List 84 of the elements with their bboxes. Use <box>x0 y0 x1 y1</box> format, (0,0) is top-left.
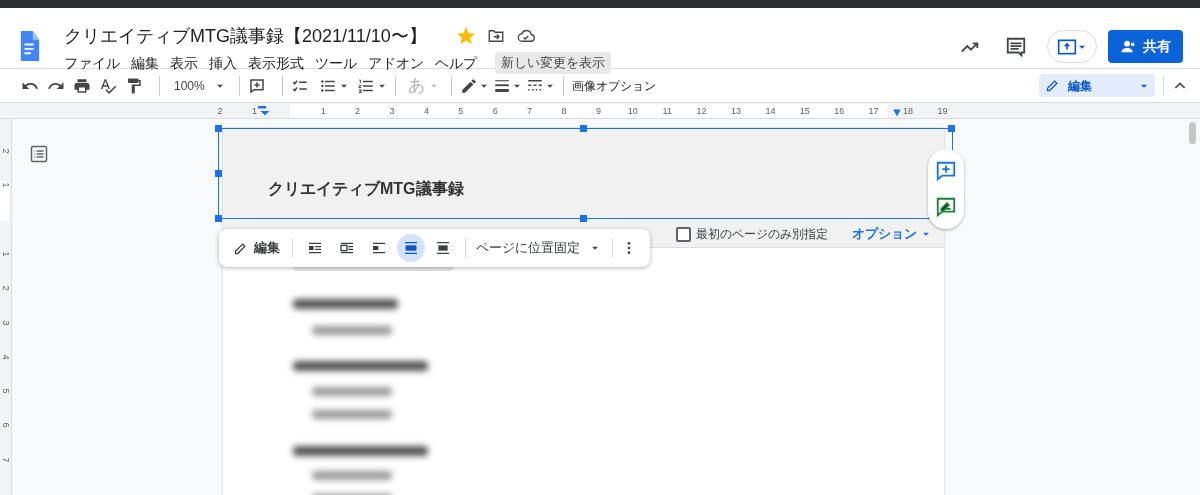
print-icon[interactable] <box>73 76 91 95</box>
ruler-number: 16 <box>834 105 845 118</box>
resize-handle[interactable] <box>948 125 955 132</box>
options-dropdown[interactable]: オプション <box>852 224 931 244</box>
spellcheck-icon[interactable] <box>99 76 117 95</box>
ruler-number: 6 <box>0 421 11 429</box>
paint-format-icon[interactable] <box>125 76 143 95</box>
resize-handle[interactable] <box>215 125 222 132</box>
ruler-number: 4 <box>0 353 11 361</box>
resize-handle[interactable] <box>580 215 587 222</box>
pencil-icon <box>233 240 248 256</box>
cloud-check-icon[interactable] <box>516 27 535 45</box>
ruler-number: 5 <box>458 105 464 118</box>
add-comment-icon[interactable] <box>247 76 266 95</box>
folder-icon[interactable] <box>486 27 505 45</box>
selected-header-image[interactable]: クリエイティブMTG議事録 <box>215 125 956 222</box>
resize-handle[interactable] <box>215 170 222 177</box>
suggest-edit-icon[interactable] <box>935 196 957 218</box>
ruler-number: 17 <box>868 105 879 118</box>
ruler-number: 1 <box>251 105 257 118</box>
outline-icon[interactable] <box>30 145 48 163</box>
ruler-number: 4 <box>423 105 429 118</box>
star-icon[interactable] <box>456 27 475 45</box>
edit-image-button[interactable]: 編集 <box>227 238 286 258</box>
ruler-number: 2 <box>0 284 11 292</box>
header-text: クリエイティブMTG議事録 <box>268 178 464 199</box>
ruler-number: 18 <box>903 105 913 118</box>
indent-marker-icon[interactable] <box>258 106 272 116</box>
ruler-number: 7 <box>527 105 533 118</box>
ruler-number: 11 <box>662 105 672 118</box>
image-options-button[interactable]: 画像オプション <box>571 76 656 95</box>
resize-handle[interactable] <box>580 125 587 132</box>
text-wrap-button[interactable] <box>397 234 425 262</box>
menu-item[interactable]: 編集 <box>131 52 159 74</box>
pencil-icon <box>1045 78 1060 93</box>
zoom-dropdown[interactable]: 100% <box>168 76 231 95</box>
menu-item[interactable]: 表示 <box>170 52 198 74</box>
ruler-number: 6 <box>492 105 498 118</box>
editing-mode-dropdown[interactable]: 編集 <box>1039 74 1155 97</box>
ruler-number: 8 <box>561 105 567 118</box>
ruler-number: 3 <box>0 319 11 326</box>
ruler-number: 2 <box>0 147 11 155</box>
menu-item[interactable]: ツール <box>315 52 357 74</box>
checkbox-label: 最初のページのみ別指定 <box>696 226 828 243</box>
pen-icon[interactable] <box>459 76 478 95</box>
vertical-ruler[interactable]: 2 1 1 2 3 4 5 6 7 <box>0 119 12 495</box>
horizontal-ruler[interactable]: 2 1 1 2 3 4 5 6 7 8 9 10 11 12 13 14 15 16 17 18 19 <box>0 103 1200 119</box>
text-wrap-icon <box>307 240 323 256</box>
ruler-number: 12 <box>696 105 707 118</box>
text-wrap-icon <box>371 240 387 256</box>
ruler-number: 7 <box>0 456 11 464</box>
right-indent-marker-icon[interactable] <box>892 108 902 117</box>
text-wrap-icon <box>403 240 419 256</box>
ruler-number: 19 <box>937 105 948 118</box>
ruler-number: 15 <box>799 105 810 118</box>
new-changes-button[interactable]: 新しい変更を表示 <box>495 52 611 74</box>
text-wrap-icon <box>339 240 355 256</box>
ruler-number: 1 <box>0 181 11 189</box>
ruler-number: 3 <box>389 105 395 118</box>
ruler-number: 1 <box>0 250 11 258</box>
menu-item[interactable]: ヘルプ <box>435 52 477 74</box>
ruler-number: 1 <box>320 105 326 118</box>
menu-item[interactable]: アドオン <box>368 52 424 74</box>
ruler-number: 9 <box>595 105 601 118</box>
scrollbar-thumb[interactable] <box>1189 122 1196 144</box>
ruler-number: 13 <box>731 105 741 118</box>
text-wrap-icon <box>435 240 451 256</box>
ruler-number: 5 <box>0 387 11 395</box>
ruler-number: 2 <box>217 105 223 118</box>
position-dropdown[interactable]: ページに位置固定 <box>472 238 604 258</box>
ruler-number: 2 <box>355 105 361 118</box>
document-icon <box>19 31 41 61</box>
ruler-number: 10 <box>627 105 638 118</box>
add-comment-icon[interactable] <box>935 160 957 182</box>
menu-item[interactable]: 挿入 <box>209 52 237 74</box>
menu-item[interactable]: ファイル <box>64 52 120 74</box>
resize-handle[interactable] <box>215 215 222 222</box>
person-icon <box>1120 38 1137 55</box>
comment-history-icon[interactable] <box>1005 35 1027 58</box>
menu-item[interactable]: 表示形式 <box>248 52 304 74</box>
share-button[interactable]: 共有 <box>1108 30 1183 63</box>
document-title[interactable]: クリエイティブMTG議事録【2021/11/10〜】 <box>64 22 427 50</box>
numbered-list-icon[interactable] <box>356 76 375 95</box>
ruler-number: 14 <box>765 105 776 118</box>
